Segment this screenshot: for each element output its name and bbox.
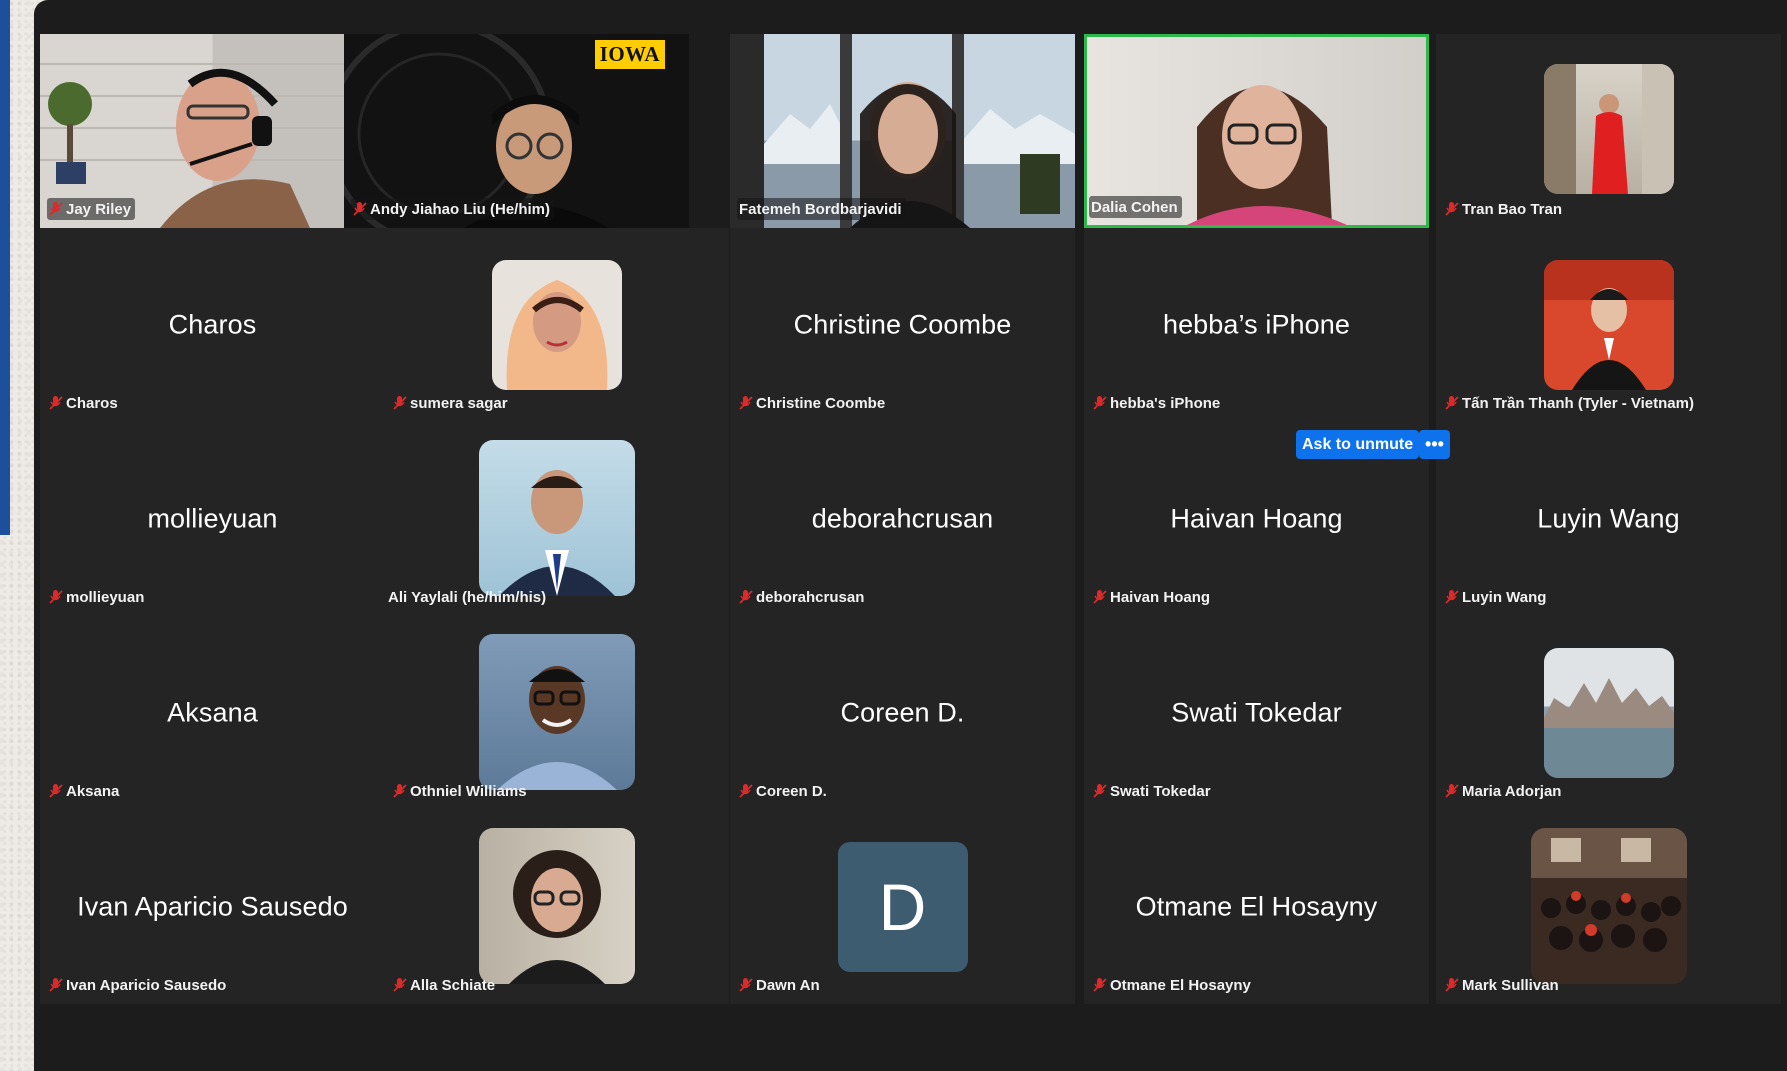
participant-tile[interactable]: IOWA Andy Jiahao Liu (He/him): [344, 34, 689, 228]
participant-tile[interactable]: D Dawn An: [730, 810, 1075, 1004]
participant-tile[interactable]: Ali Yaylali (he/him/his): [384, 422, 729, 616]
participant-name-label: Othniel Williams: [391, 780, 531, 802]
participant-display-name: Otmane El Hosayny: [1135, 891, 1378, 922]
participant-tile[interactable]: Fatemeh Bordbarjavidi: [730, 34, 1075, 228]
mic-muted-icon: [49, 784, 63, 798]
mic-muted-icon: [1445, 978, 1459, 992]
participant-tile[interactable]: Christine Coombe Christine Coombe: [730, 228, 1075, 422]
participant-display-name: Ivan Aparicio Sausedo: [77, 891, 348, 922]
participant-name-label: Alla Schiate: [391, 974, 499, 996]
participant-name-label: Otmane El Hosayny: [1091, 974, 1255, 996]
participant-name-label: mollieyuan: [47, 586, 148, 608]
mic-muted-icon: [1093, 978, 1107, 992]
participant-name-label: Ali Yaylali (he/him/his): [388, 588, 547, 606]
participant-tile[interactable]: Swati Tokedar Swati Tokedar: [1084, 616, 1429, 810]
participant-photo: [1543, 648, 1674, 778]
mic-muted-icon: [739, 978, 753, 992]
participant-tile[interactable]: Othniel Williams: [384, 616, 729, 810]
participant-photo: [1530, 828, 1687, 984]
mic-muted-icon: [739, 396, 753, 410]
participant-tile-active-speaker[interactable]: Dalia Cohen: [1084, 34, 1429, 228]
mic-muted-icon: [1445, 202, 1459, 216]
participant-name-label: Ivan Aparicio Sausedo: [47, 974, 230, 996]
participant-tile[interactable]: Otmane El Hosayny Otmane El Hosayny: [1084, 810, 1429, 1004]
mic-muted-icon: [49, 396, 63, 410]
participant-tile[interactable]: Tấn Trần Thanh (Tyler - Vietnam): [1436, 228, 1781, 422]
participant-name-label: Andy Jiahao Liu (He/him): [351, 198, 555, 220]
participant-photo: [1543, 64, 1674, 194]
background-strip: [0, 0, 10, 535]
participant-name-label: Tran Bao Tran: [1443, 198, 1566, 220]
mic-muted-icon: [1445, 784, 1459, 798]
mic-muted-icon: [1093, 590, 1107, 604]
mic-muted-icon: [393, 396, 407, 410]
participant-name-label: Luyin Wang: [1443, 586, 1550, 608]
participant-tile[interactable]: Charos Charos: [40, 228, 385, 422]
mic-muted-icon: [1445, 396, 1459, 410]
participant-name-label: Jay Riley: [47, 198, 136, 220]
mic-muted-icon: [393, 978, 407, 992]
participant-tile[interactable]: Mark Sullivan: [1436, 810, 1781, 1004]
participant-name-label: Maria Adorjan: [1443, 780, 1565, 802]
participant-tile[interactable]: Jay Riley: [40, 34, 385, 228]
zoom-gallery-view: Jay Riley IOWA Andy Jiahao Liu (He/him): [34, 0, 1787, 1071]
participant-tile[interactable]: sumera sagar: [384, 228, 729, 422]
more-options-icon[interactable]: •••: [1419, 430, 1450, 459]
ask-to-unmute-button[interactable]: Ask to unmute: [1296, 430, 1420, 459]
participant-avatar: D: [837, 842, 968, 972]
participant-photo: [478, 634, 635, 790]
participant-display-name: Aksana: [167, 697, 258, 728]
participant-tile[interactable]: Ivan Aparicio Sausedo Ivan Aparicio Saus…: [40, 810, 385, 1004]
mic-muted-icon: [1093, 396, 1107, 410]
participant-tile[interactable]: Tran Bao Tran: [1436, 34, 1781, 228]
participant-name-label: hebba's iPhone: [1091, 392, 1224, 414]
participant-name-label: Fatemeh Bordbarjavidi: [737, 198, 906, 220]
participant-name-label: deborahcrusan: [737, 586, 868, 608]
participant-display-name: Haivan Hoang: [1170, 503, 1343, 534]
mic-muted-icon: [1093, 784, 1107, 798]
mic-muted-icon: [1445, 590, 1459, 604]
participant-tile[interactable]: Luyin Wang Luyin Wang: [1436, 422, 1781, 616]
participant-display-name: mollieyuan: [147, 503, 278, 534]
mic-muted-icon: [49, 590, 63, 604]
participant-tile[interactable]: Maria Adorjan: [1436, 616, 1781, 810]
mic-muted-icon: [393, 784, 407, 798]
participant-photo: [478, 828, 635, 984]
participant-tile[interactable]: mollieyuan mollieyuan: [40, 422, 385, 616]
mic-muted-icon: [739, 590, 753, 604]
participant-display-name: hebba’s iPhone: [1162, 309, 1351, 340]
participant-name-label: Mark Sullivan: [1443, 974, 1563, 996]
participant-name-label: Christine Coombe: [737, 392, 889, 414]
mic-muted-icon: [49, 978, 63, 992]
participant-photo: [491, 260, 622, 390]
participant-display-name: Swati Tokedar: [1171, 697, 1342, 728]
participant-name-label: sumera sagar: [391, 392, 512, 414]
participant-name-label: Tấn Trần Thanh (Tyler - Vietnam): [1443, 392, 1698, 414]
participant-name-label: Charos: [47, 392, 122, 414]
participant-name-label: Aksana: [47, 780, 123, 802]
participant-photo: [478, 440, 635, 596]
participant-tile[interactable]: deborahcrusan deborahcrusan: [730, 422, 1075, 616]
participant-display-name: Christine Coombe: [793, 309, 1012, 340]
participant-display-name: Charos: [168, 309, 257, 340]
participant-name-label: Dawn An: [737, 974, 824, 996]
participant-tile[interactable]: Aksana Aksana: [40, 616, 385, 810]
participant-tile[interactable]: hebba’s iPhone hebba's iPhone: [1084, 228, 1429, 422]
participant-name-label: Haivan Hoang: [1091, 586, 1214, 608]
mic-muted-icon: [739, 784, 753, 798]
participant-display-name: deborahcrusan: [811, 503, 994, 534]
participant-tile[interactable]: Alla Schiate: [384, 810, 729, 1004]
participant-tile[interactable]: Coreen D. Coreen D.: [730, 616, 1075, 810]
participant-name-label: Swati Tokedar: [1091, 780, 1215, 802]
iowa-logo: IOWA: [594, 40, 665, 69]
participant-display-name: Luyin Wang: [1537, 503, 1680, 534]
participant-photo: [1543, 260, 1674, 390]
mic-muted-icon: [353, 202, 367, 216]
mic-muted-icon: [49, 202, 63, 216]
participant-name-label: Coreen D.: [737, 780, 831, 802]
participant-display-name: Coreen D.: [840, 697, 965, 728]
participant-name-label: Dalia Cohen: [1089, 196, 1182, 218]
